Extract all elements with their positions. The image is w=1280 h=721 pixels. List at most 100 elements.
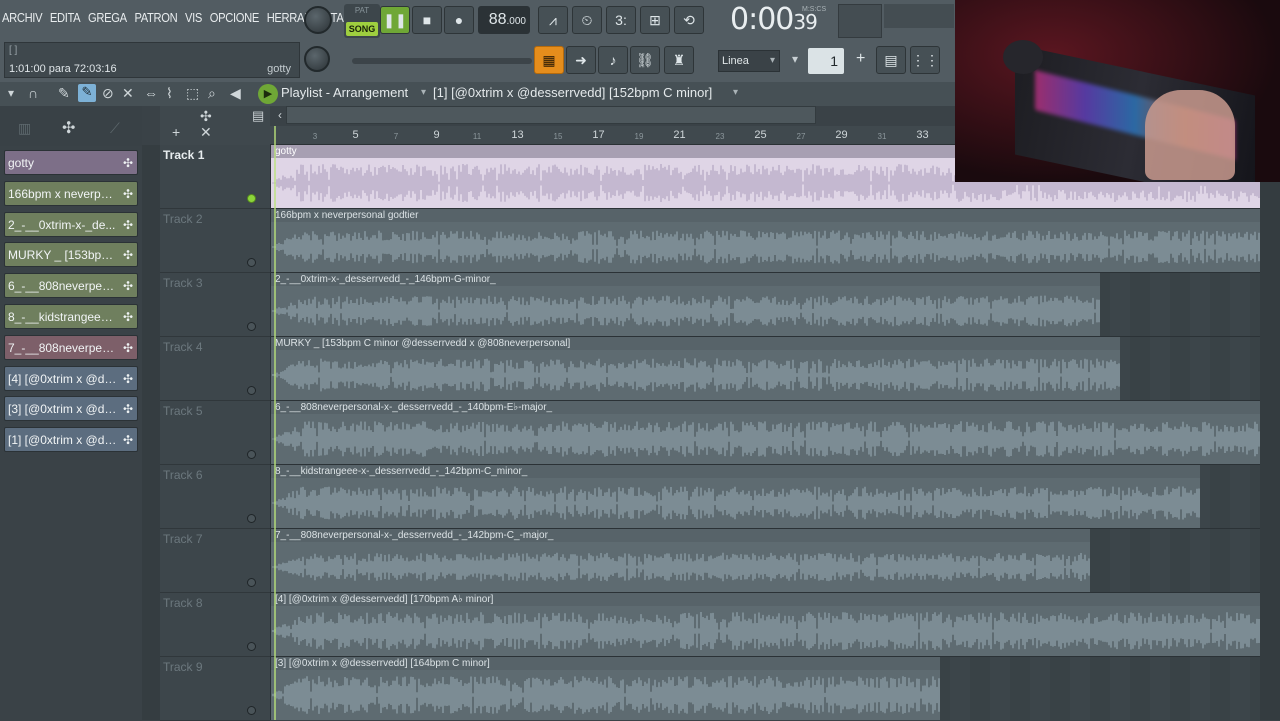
track-mute-led[interactable] — [247, 194, 256, 203]
audio-clip-title[interactable]: 7_-__808neverpersonal-x-_desserrvedd_-_1… — [271, 529, 1090, 542]
playlist-lanes[interactable]: gotty 166bpm x neverpersonal godtier 2_-__… — [270, 145, 1260, 720]
track-header[interactable]: Track 5 — [160, 401, 270, 465]
master-volume-knob[interactable] — [304, 6, 332, 34]
step-edit-button[interactable]: ➜ — [566, 46, 596, 74]
picker-automation-icon[interactable]: ⟋ — [110, 120, 120, 137]
track-header[interactable]: Track 1 — [160, 145, 270, 209]
mute-icon[interactable]: ✕ — [122, 85, 134, 102]
audio-clip-title[interactable]: [4] [@0xtrim x @desserrvedd] [170bpm A♭ … — [271, 593, 1260, 606]
arrangement-name[interactable]: [1] [@0xtrim x @desserrvedd] [152bpm C m… — [433, 85, 712, 100]
master-pitch-knob[interactable] — [304, 46, 330, 72]
track-mute-led[interactable] — [247, 258, 256, 267]
playlist-title[interactable]: Playlist - Arrangement — [281, 85, 408, 100]
track-header[interactable]: Track 8 — [160, 593, 270, 657]
magnet-icon[interactable]: ∩ — [28, 85, 38, 101]
audio-clip[interactable]: MURKY _ [153bpm C minor @desserrvedd x @… — [270, 337, 1120, 400]
audio-clip[interactable]: 2_-__0xtrim-x-_desserrvedd_-_146bpm-G-mi… — [270, 273, 1100, 336]
audio-clip-title[interactable]: 166bpm x neverpersonal godtier — [271, 209, 1260, 222]
track-header[interactable]: Track 4 — [160, 337, 270, 401]
picker-clip-item[interactable]: 8_-__kidstrangeee-... ✣ — [4, 304, 138, 329]
audio-clip[interactable]: 7_-__808neverpersonal-x-_desserrvedd_-_1… — [270, 529, 1090, 592]
audio-clip[interactable]: 8_-__kidstrangeee-x-_desserrvedd_-_142bp… — [270, 465, 1200, 528]
delete-icon[interactable]: ⊘ — [102, 85, 114, 102]
audio-clip[interactable]: 6_-__808neverpersonal-x-_desserrvedd_-_1… — [270, 401, 1260, 464]
pencil-icon[interactable]: ✎ — [58, 85, 70, 102]
track-lane[interactable]: 7_-__808neverpersonal-x-_desserrvedd_-_1… — [270, 529, 1260, 593]
lock-icon[interactable]: ▤ — [252, 108, 264, 124]
track-lane[interactable]: 8_-__kidstrangeee-x-_desserrvedd_-_142bp… — [270, 465, 1260, 529]
audio-clip-title[interactable]: 2_-__0xtrim-x-_desserrvedd_-_146bpm-G-mi… — [271, 273, 1100, 286]
audio-clip-title[interactable]: MURKY _ [153bpm C minor @desserrvedd x @… — [271, 337, 1120, 350]
audio-clip-title[interactable]: [3] [@0xtrim x @desserrvedd] [164bpm C m… — [271, 657, 940, 670]
add-pattern-icon[interactable]: + — [856, 50, 865, 68]
master-pitch-slider[interactable] — [352, 58, 532, 64]
tempo-display[interactable]: 88.000 — [478, 6, 530, 34]
track-lane[interactable]: 6_-__808neverpersonal-x-_desserrvedd_-_1… — [270, 401, 1260, 465]
track-mute-led[interactable] — [247, 514, 256, 523]
picker-clip-item[interactable]: 7_-__808neverpers... ✣ — [4, 334, 138, 360]
record-button[interactable]: ● — [444, 6, 474, 34]
track-lane[interactable]: [4] [@0xtrim x @desserrvedd] [170bpm A♭ … — [270, 593, 1260, 657]
track-header[interactable]: Track 2 — [160, 209, 270, 273]
paint-icon[interactable]: ✎ — [78, 84, 96, 102]
menu-opciones[interactable]: OPCIONE — [210, 10, 259, 25]
audio-clip-title[interactable]: 6_-__808neverpersonal-x-_desserrvedd_-_1… — [271, 401, 1260, 414]
track-mute-led[interactable] — [247, 386, 256, 395]
track-header[interactable]: Track 6 — [160, 465, 270, 529]
pattern-stepper[interactable]: ▾ 1 + — [790, 48, 870, 74]
track-mute-led[interactable] — [247, 642, 256, 651]
select-icon[interactable]: ⬚ — [186, 85, 199, 102]
picker-clip-item[interactable]: gotty ✣ — [4, 150, 138, 175]
track-header[interactable]: Track 7 — [160, 529, 270, 593]
audio-clip[interactable]: [3] [@0xtrim x @desserrvedd] [164bpm C m… — [270, 657, 940, 720]
menu-editar[interactable]: EDITA — [50, 10, 81, 25]
picker-clip-item[interactable]: [4] [@0xtrim x @des... ✣ — [4, 365, 138, 391]
picker-clip-item[interactable]: [1] [@0xtrim x @des... ✣ — [4, 427, 138, 453]
audio-clip[interactable]: [4] [@0xtrim x @desserrvedd] [170bpm A♭ … — [270, 593, 1260, 656]
picker-scrollbar[interactable] — [142, 145, 160, 720]
stop-button[interactable]: ■ — [412, 6, 442, 34]
slip-icon[interactable]: ⇔ — [144, 85, 158, 101]
track-header[interactable]: Track 9 — [160, 657, 270, 721]
audio-clip-title[interactable]: 8_-__kidstrangeee-x-_desserrvedd_-_142bp… — [271, 465, 1200, 478]
picker-clip-item[interactable]: 2_-__0xtrim-x-_de... ✣ — [4, 211, 138, 237]
channel-rack-button[interactable]: ⋮⋮ — [910, 46, 940, 74]
remove-icon[interactable]: ✕ — [200, 124, 212, 141]
metronome-button[interactable]: ⩘ — [538, 6, 568, 34]
typing-keyboard-button[interactable]: ▦ — [534, 46, 564, 74]
wait-input-button[interactable]: ⏲ — [572, 6, 602, 34]
pattern-number[interactable]: 1 — [808, 48, 844, 74]
add-track-icon[interactable]: + — [172, 124, 180, 140]
snap-select[interactable]: Linea — [718, 50, 780, 72]
blend-notes-button[interactable]: ⊞ — [640, 6, 670, 34]
stepper-down-icon[interactable]: ▾ — [792, 52, 798, 66]
countdown-button[interactable]: 3: — [606, 6, 636, 34]
track-lane[interactable]: 2_-__0xtrim-x-_desserrvedd_-_146bpm-G-mi… — [270, 273, 1260, 337]
loop-record-button[interactable]: ⟲ — [674, 6, 704, 34]
picker-patterns-icon[interactable]: ▥ — [18, 120, 31, 137]
playhead[interactable] — [274, 126, 276, 720]
menu-archivo[interactable]: ARCHIV — [2, 10, 43, 25]
tempo-tap-button[interactable]: ♪ — [598, 46, 628, 74]
audio-editor-button[interactable]: ♜ — [664, 46, 694, 74]
options-arrow-icon[interactable]: ▾ — [8, 86, 14, 100]
track-lane[interactable]: 166bpm x neverpersonal godtier — [270, 209, 1260, 273]
play-circle-icon[interactable]: ▶ — [258, 84, 278, 104]
picker-clip-item[interactable]: [3] [@0xtrim x @des... ✣ — [4, 396, 138, 422]
scroll-left-icon[interactable]: ‹ — [278, 108, 282, 122]
track-mute-led[interactable] — [247, 578, 256, 587]
multilink-button[interactable]: ⛓ — [630, 46, 660, 74]
track-mute-led[interactable] — [247, 706, 256, 715]
track-mute-led[interactable] — [247, 450, 256, 459]
pat-song-toggle[interactable]: PAT SONG — [344, 4, 380, 38]
menu-patron[interactable]: PATRON — [134, 10, 177, 25]
track-lane[interactable]: [3] [@0xtrim x @desserrvedd] [164bpm C m… — [270, 657, 1260, 720]
sample-icon[interactable]: ✣ — [200, 108, 212, 125]
zoom-icon[interactable]: ⌕ — [208, 85, 216, 102]
pause-button[interactable]: ❚❚ — [380, 6, 410, 34]
picker-clip-item[interactable]: MURKY _ [153bpm C... ✣ — [4, 242, 138, 268]
vertical-scrollbar[interactable] — [1260, 145, 1280, 720]
horizontal-scrollbar[interactable] — [286, 106, 816, 124]
title-chevron-down-icon[interactable]: ▾ — [421, 87, 426, 98]
audio-clip[interactable]: 166bpm x neverpersonal godtier — [270, 209, 1260, 272]
